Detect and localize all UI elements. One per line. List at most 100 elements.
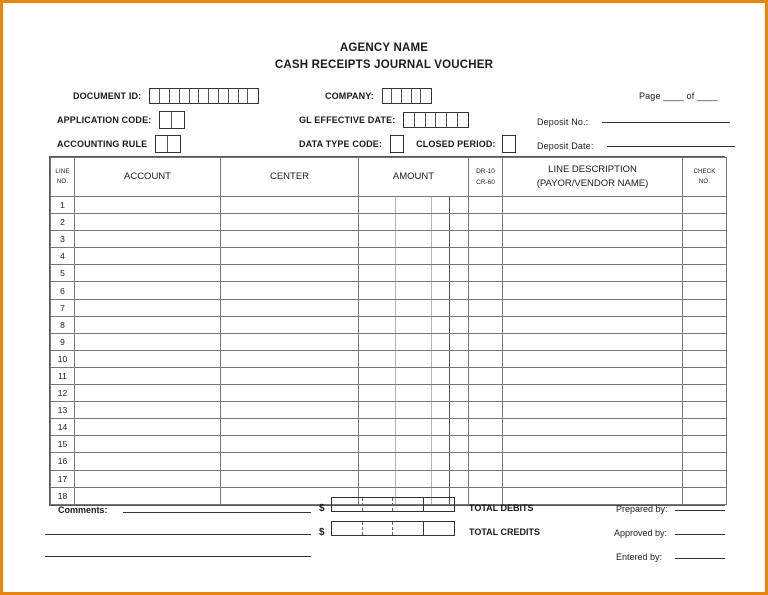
table-row[interactable]: 17: [50, 469, 727, 488]
row-dr-cr-cell[interactable]: [468, 264, 503, 283]
table-row[interactable]: 13: [50, 401, 727, 420]
row-amount-cell[interactable]: [358, 315, 469, 334]
row-center-cell[interactable]: [220, 247, 359, 266]
table-row[interactable]: 12: [50, 384, 727, 403]
table-row[interactable]: 6: [50, 281, 727, 300]
row-account-cell[interactable]: [74, 366, 221, 386]
table-row[interactable]: 4: [50, 247, 727, 266]
row-account-cell[interactable]: [74, 247, 221, 266]
row-check-no-cell[interactable]: [682, 315, 727, 334]
row-center-cell[interactable]: [220, 332, 359, 351]
row-account-cell[interactable]: [74, 281, 221, 300]
row-center-cell[interactable]: [220, 349, 359, 368]
row-amount-cell[interactable]: [358, 247, 469, 266]
row-center-cell[interactable]: [220, 435, 359, 454]
row-account-cell[interactable]: [74, 452, 221, 471]
char-cell[interactable]: [392, 89, 403, 103]
row-line-description-cell[interactable]: [502, 469, 683, 488]
char-cell[interactable]: [199, 89, 210, 103]
row-account-cell[interactable]: [74, 435, 221, 454]
table-row[interactable]: 2: [50, 213, 727, 232]
row-line-description-cell[interactable]: [502, 230, 683, 249]
row-center-cell[interactable]: [220, 230, 359, 249]
row-line-description-cell[interactable]: [502, 315, 683, 334]
row-account-cell[interactable]: [74, 230, 221, 249]
row-check-no-cell[interactable]: [682, 298, 727, 317]
row-amount-cell[interactable]: [358, 418, 469, 437]
row-dr-cr-cell[interactable]: [468, 435, 503, 454]
row-center-cell[interactable]: [220, 195, 359, 215]
amount-segment[interactable]: [332, 498, 363, 511]
char-cell[interactable]: [415, 113, 426, 127]
row-center-cell[interactable]: [220, 315, 359, 334]
row-check-no-cell[interactable]: [682, 349, 727, 368]
row-amount-cell[interactable]: [358, 230, 469, 249]
row-check-no-cell[interactable]: [682, 418, 727, 437]
row-check-no-cell[interactable]: [682, 469, 727, 488]
table-row[interactable]: 7: [50, 298, 727, 317]
row-dr-cr-cell[interactable]: [468, 401, 503, 420]
row-check-no-cell[interactable]: [682, 435, 727, 454]
amount-segment[interactable]: [363, 522, 393, 535]
row-check-no-cell[interactable]: [682, 264, 727, 283]
char-cell[interactable]: [168, 136, 180, 152]
char-cell[interactable]: [219, 89, 229, 103]
row-dr-cr-cell[interactable]: [468, 469, 503, 488]
row-amount-cell[interactable]: [358, 435, 469, 454]
table-row[interactable]: 15: [50, 435, 727, 454]
row-line-description-cell[interactable]: [502, 247, 683, 266]
row-line-description-cell[interactable]: [502, 366, 683, 386]
char-cell[interactable]: [180, 89, 190, 103]
char-cell[interactable]: [503, 136, 515, 152]
char-cell[interactable]: [209, 89, 219, 103]
gl-effective-date-input[interactable]: [403, 112, 470, 128]
row-dr-cr-cell[interactable]: [468, 298, 503, 317]
row-check-no-cell[interactable]: [682, 281, 727, 300]
row-line-description-cell[interactable]: [502, 435, 683, 454]
deposit-date-input[interactable]: [607, 145, 736, 147]
deposit-no-input[interactable]: [602, 121, 731, 123]
table-row[interactable]: 10: [50, 349, 727, 368]
char-cell[interactable]: [404, 113, 416, 127]
row-center-cell[interactable]: [220, 452, 359, 471]
amount-segment[interactable]: [363, 498, 393, 511]
row-amount-cell[interactable]: [358, 469, 469, 488]
char-cell[interactable]: [170, 89, 180, 103]
char-cell[interactable]: [421, 89, 431, 103]
row-amount-cell[interactable]: [358, 264, 469, 283]
row-line-description-cell[interactable]: [502, 332, 683, 351]
table-row[interactable]: 1: [50, 195, 727, 215]
row-amount-cell[interactable]: [358, 366, 469, 386]
char-cell[interactable]: [156, 136, 169, 152]
row-account-cell[interactable]: [74, 332, 221, 351]
row-dr-cr-cell[interactable]: [468, 384, 503, 403]
row-account-cell[interactable]: [74, 195, 221, 215]
application-code-input[interactable]: [159, 111, 186, 129]
row-check-no-cell[interactable]: [682, 452, 727, 471]
approved-by-input[interactable]: [675, 533, 725, 535]
amount-segment[interactable]: [393, 498, 424, 511]
char-cell[interactable]: [248, 89, 258, 103]
total-credits-input[interactable]: [331, 521, 455, 536]
amount-segment[interactable]: [332, 522, 363, 535]
row-center-cell[interactable]: [220, 384, 359, 403]
table-row[interactable]: 9: [50, 332, 727, 351]
comments-input-line-3[interactable]: [45, 555, 311, 557]
char-cell[interactable]: [402, 89, 412, 103]
row-check-no-cell[interactable]: [682, 401, 727, 420]
row-dr-cr-cell[interactable]: [468, 418, 503, 437]
row-line-description-cell[interactable]: [502, 384, 683, 403]
row-amount-cell[interactable]: [358, 213, 469, 232]
table-row[interactable]: 5: [50, 264, 727, 283]
row-center-cell[interactable]: [220, 264, 359, 283]
row-line-description-cell[interactable]: [502, 195, 683, 215]
amount-segment[interactable]: [424, 522, 455, 535]
row-dr-cr-cell[interactable]: [468, 195, 503, 215]
row-dr-cr-cell[interactable]: [468, 452, 503, 471]
row-amount-cell[interactable]: [358, 349, 469, 368]
row-amount-cell[interactable]: [358, 298, 469, 317]
row-line-description-cell[interactable]: [502, 298, 683, 317]
row-center-cell[interactable]: [220, 418, 359, 437]
char-cell[interactable]: [160, 112, 173, 128]
row-account-cell[interactable]: [74, 349, 221, 368]
